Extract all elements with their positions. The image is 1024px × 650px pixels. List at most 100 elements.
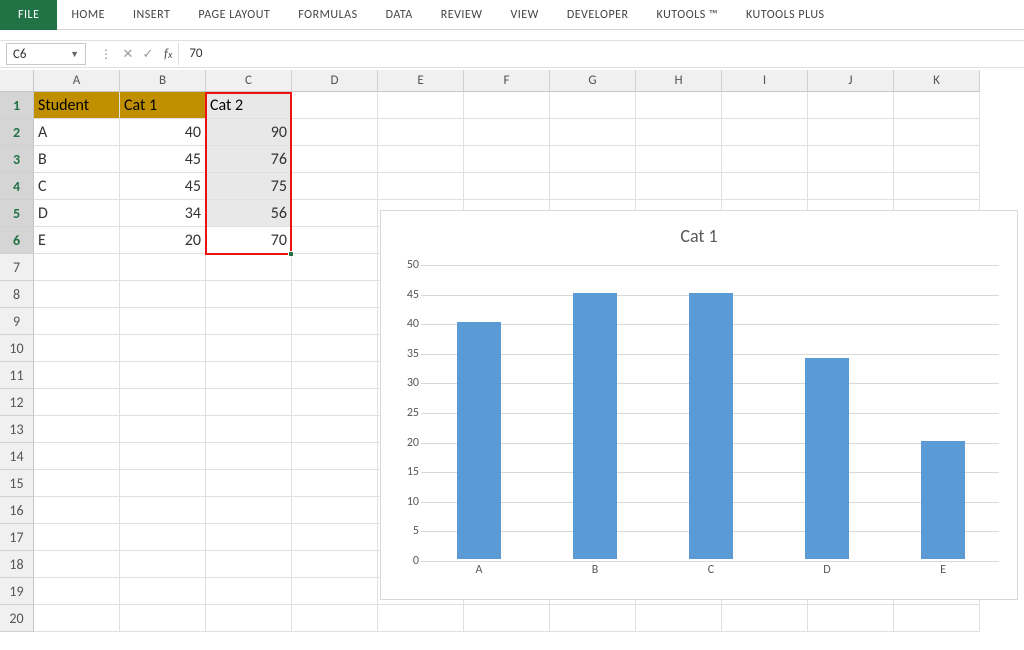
col-header-C[interactable]: C [206, 70, 292, 92]
cell-G3[interactable] [550, 146, 636, 173]
cell-B18[interactable] [120, 551, 206, 578]
cell-D7[interactable] [292, 254, 378, 281]
cell-D15[interactable] [292, 470, 378, 497]
cell-C17[interactable] [206, 524, 292, 551]
chart-bar-D[interactable] [805, 358, 849, 559]
cell-C15[interactable] [206, 470, 292, 497]
cell-F20[interactable] [464, 605, 550, 632]
cell-D10[interactable] [292, 335, 378, 362]
cell-D11[interactable] [292, 362, 378, 389]
cell-B20[interactable] [120, 605, 206, 632]
row-header-8[interactable]: 8 [0, 281, 34, 308]
cell-D17[interactable] [292, 524, 378, 551]
cell-B13[interactable] [120, 416, 206, 443]
tab-kutools-plus[interactable]: KUTOOLS PLUS [732, 0, 839, 30]
cell-B17[interactable] [120, 524, 206, 551]
cell-G20[interactable] [550, 605, 636, 632]
cell-A3[interactable]: B [34, 146, 120, 173]
cell-D3[interactable] [292, 146, 378, 173]
cell-F2[interactable] [464, 119, 550, 146]
cell-E4[interactable] [378, 173, 464, 200]
chart-bar-B[interactable] [573, 293, 617, 559]
cell-C2[interactable]: 90 [206, 119, 292, 146]
cell-B9[interactable] [120, 308, 206, 335]
col-header-J[interactable]: J [808, 70, 894, 92]
cell-F1[interactable] [464, 92, 550, 119]
cell-F4[interactable] [464, 173, 550, 200]
cell-B16[interactable] [120, 497, 206, 524]
cell-G4[interactable] [550, 173, 636, 200]
tab-formulas[interactable]: FORMULAS [284, 0, 371, 30]
tab-data[interactable]: DATA [372, 0, 427, 30]
cell-B14[interactable] [120, 443, 206, 470]
cell-C11[interactable] [206, 362, 292, 389]
cell-A12[interactable] [34, 389, 120, 416]
cell-J3[interactable] [808, 146, 894, 173]
cell-B11[interactable] [120, 362, 206, 389]
cell-C13[interactable] [206, 416, 292, 443]
cell-C14[interactable] [206, 443, 292, 470]
cell-A19[interactable] [34, 578, 120, 605]
cell-K3[interactable] [894, 146, 980, 173]
select-all-corner[interactable] [0, 70, 34, 92]
cell-A20[interactable] [34, 605, 120, 632]
col-header-I[interactable]: I [722, 70, 808, 92]
cell-A1[interactable]: Student [34, 92, 120, 119]
cell-B19[interactable] [120, 578, 206, 605]
cell-D8[interactable] [292, 281, 378, 308]
col-header-B[interactable]: B [120, 70, 206, 92]
formula-input[interactable]: 70 [178, 43, 1024, 65]
embedded-chart[interactable]: Cat 1 05101520253035404550 ABCDE [380, 210, 1018, 600]
cell-C6[interactable]: 70 [206, 227, 292, 254]
cell-C20[interactable] [206, 605, 292, 632]
col-header-H[interactable]: H [636, 70, 722, 92]
col-header-D[interactable]: D [292, 70, 378, 92]
cell-I2[interactable] [722, 119, 808, 146]
cell-D5[interactable] [292, 200, 378, 227]
row-header-12[interactable]: 12 [0, 389, 34, 416]
cell-H4[interactable] [636, 173, 722, 200]
cell-E1[interactable] [378, 92, 464, 119]
cell-C7[interactable] [206, 254, 292, 281]
row-header-18[interactable]: 18 [0, 551, 34, 578]
cell-B5[interactable]: 34 [120, 200, 206, 227]
cell-C5[interactable]: 56 [206, 200, 292, 227]
cell-D16[interactable] [292, 497, 378, 524]
row-header-13[interactable]: 13 [0, 416, 34, 443]
cell-B2[interactable]: 40 [120, 119, 206, 146]
cell-B8[interactable] [120, 281, 206, 308]
cell-D2[interactable] [292, 119, 378, 146]
col-header-E[interactable]: E [378, 70, 464, 92]
cell-D20[interactable] [292, 605, 378, 632]
cell-A10[interactable] [34, 335, 120, 362]
cell-K1[interactable] [894, 92, 980, 119]
col-header-F[interactable]: F [464, 70, 550, 92]
tab-insert[interactable]: INSERT [119, 0, 184, 30]
cell-D4[interactable] [292, 173, 378, 200]
cell-A4[interactable]: C [34, 173, 120, 200]
cell-E2[interactable] [378, 119, 464, 146]
row-header-10[interactable]: 10 [0, 335, 34, 362]
cell-B1[interactable]: Cat 1 [120, 92, 206, 119]
row-header-3[interactable]: 3 [0, 146, 34, 173]
cell-C19[interactable] [206, 578, 292, 605]
cell-K20[interactable] [894, 605, 980, 632]
cell-A7[interactable] [34, 254, 120, 281]
chart-bar-A[interactable] [457, 322, 501, 559]
cell-A5[interactable]: D [34, 200, 120, 227]
tab-page-layout[interactable]: PAGE LAYOUT [184, 0, 284, 30]
chart-title[interactable]: Cat 1 [381, 225, 1017, 247]
row-header-16[interactable]: 16 [0, 497, 34, 524]
fx-icon[interactable]: fx [164, 47, 172, 62]
cell-G2[interactable] [550, 119, 636, 146]
row-header-11[interactable]: 11 [0, 362, 34, 389]
row-header-2[interactable]: 2 [0, 119, 34, 146]
cell-I1[interactable] [722, 92, 808, 119]
cell-E20[interactable] [378, 605, 464, 632]
cell-J20[interactable] [808, 605, 894, 632]
cell-C9[interactable] [206, 308, 292, 335]
cell-A17[interactable] [34, 524, 120, 551]
row-header-17[interactable]: 17 [0, 524, 34, 551]
cell-H20[interactable] [636, 605, 722, 632]
cell-A15[interactable] [34, 470, 120, 497]
